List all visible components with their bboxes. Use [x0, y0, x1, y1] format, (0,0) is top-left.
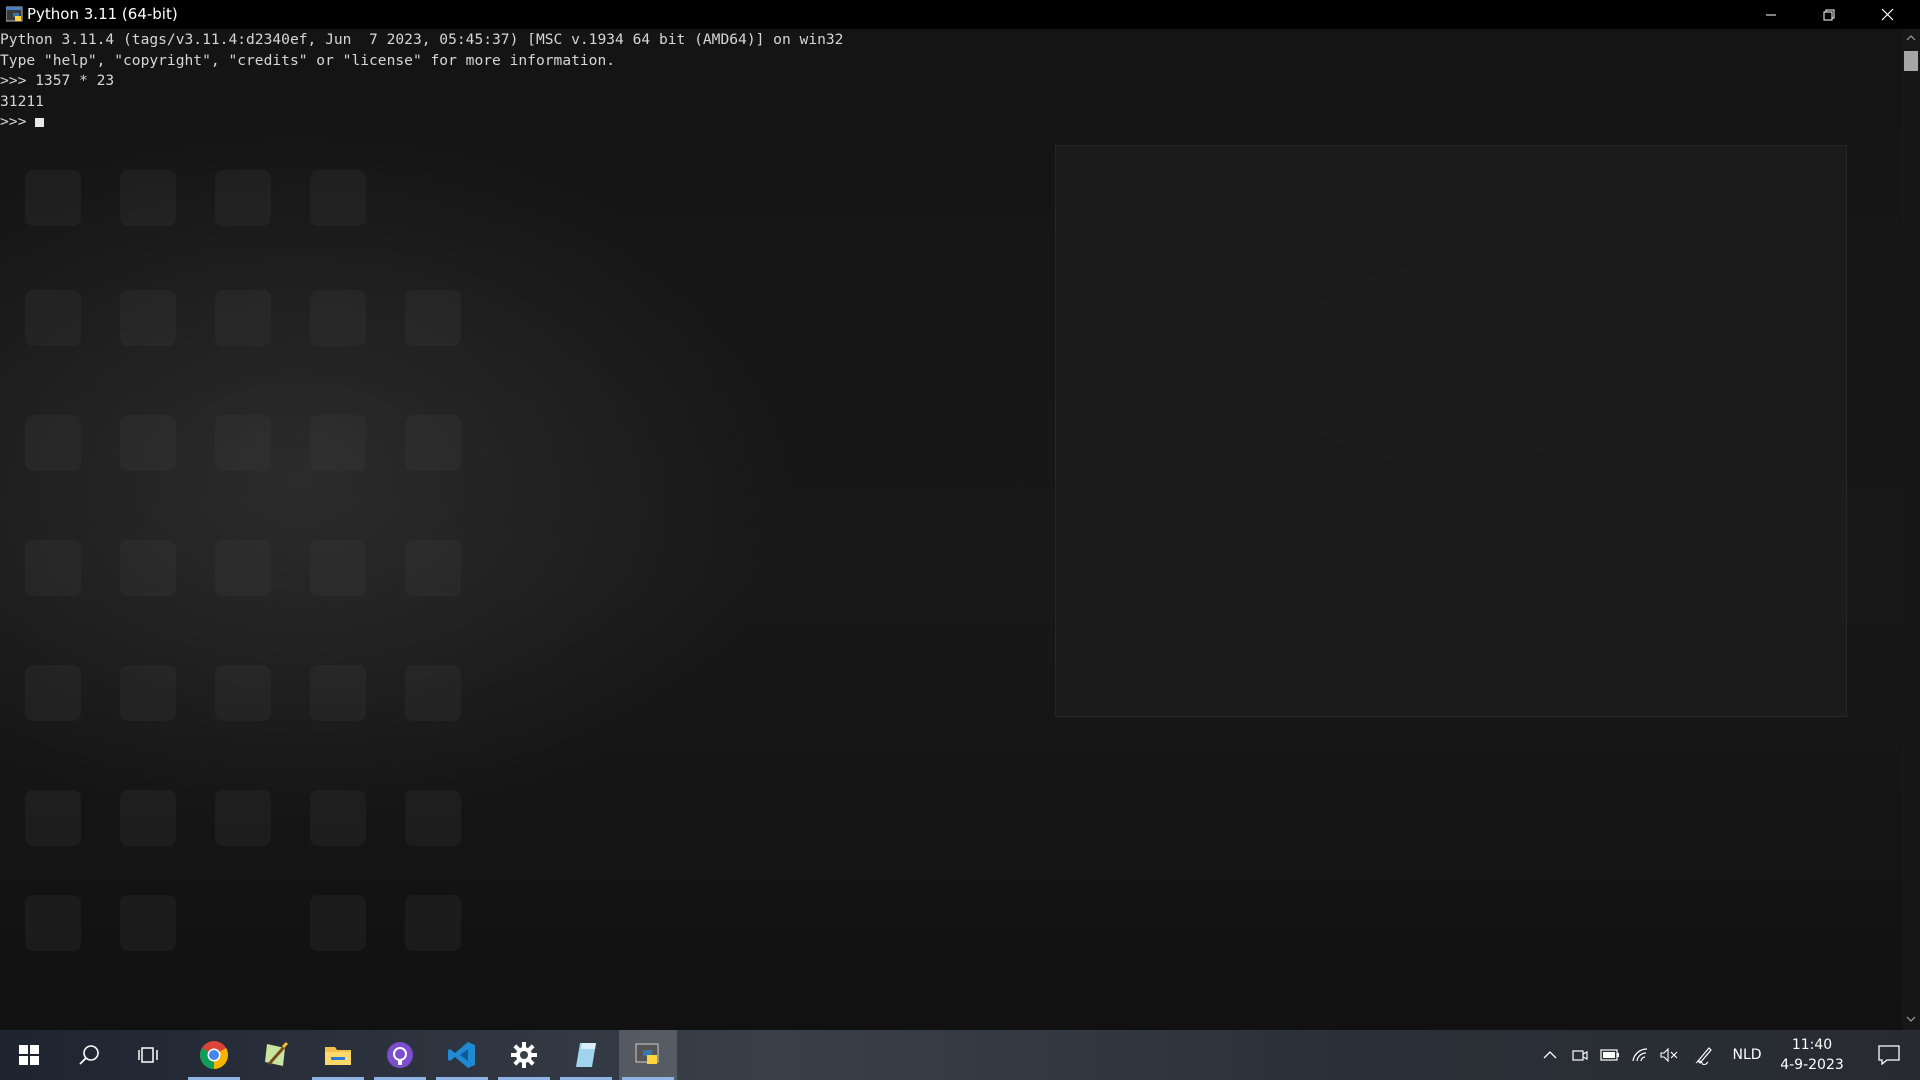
notepad-plus-icon: [265, 1041, 289, 1066]
wifi-tray-button[interactable]: [1626, 1030, 1654, 1080]
input-language-indicator[interactable]: NLD: [1722, 1030, 1772, 1080]
taskbar-app-notepad[interactable]: [557, 1030, 615, 1080]
console-output[interactable]: Python 3.11.4 (tags/v3.11.4:d2340ef, Jun…: [0, 29, 1902, 1031]
console-line: Python 3.11.4 (tags/v3.11.4:d2340ef, Jun…: [0, 31, 844, 48]
taskbar: NLD 11:40 4-9-2023: [0, 1030, 1920, 1080]
pen-tray-button[interactable]: [1690, 1030, 1718, 1080]
notepad-icon: [576, 1043, 596, 1067]
battery-tray-button[interactable]: [1596, 1030, 1624, 1080]
taskbar-app-vscode[interactable]: [433, 1030, 491, 1080]
start-button[interactable]: [0, 1030, 58, 1080]
clock-date: 4-9-2023: [1780, 1057, 1844, 1073]
python-console-icon: [6, 6, 23, 22]
console-line: >>> 1357 * 23: [0, 72, 115, 89]
battery-icon: [1600, 1049, 1619, 1061]
clock-time: 11:40: [1791, 1037, 1833, 1053]
taskbar-app-github[interactable]: [371, 1030, 429, 1080]
wifi-icon: [1632, 1048, 1648, 1062]
file-explorer-icon: [325, 1047, 351, 1065]
taskbar-app-notepad-plus[interactable]: [247, 1030, 305, 1080]
python-icon: [635, 1043, 659, 1064]
notification-icon: [1878, 1045, 1900, 1065]
close-button[interactable]: [1858, 0, 1916, 29]
github-icon: [387, 1042, 413, 1068]
pen-icon: [1695, 1047, 1712, 1065]
console-prompt: >>>: [0, 113, 36, 130]
search-button[interactable]: [60, 1030, 118, 1080]
vscode-icon: [448, 1042, 475, 1068]
window-titlebar[interactable]: Python 3.11 (64-bit): [0, 0, 1920, 29]
action-center-button[interactable]: [1864, 1030, 1914, 1080]
console-line: Type "help", "copyright", "credits" or "…: [0, 51, 616, 69]
gear-icon: [511, 1042, 537, 1068]
scrollbar-thumb[interactable]: [1904, 51, 1918, 71]
task-view-button[interactable]: [120, 1030, 178, 1080]
window-title: Python 3.11 (64-bit): [27, 5, 178, 23]
chrome-icon: [200, 1041, 228, 1069]
task-view-icon: [138, 1047, 158, 1063]
text-cursor: [35, 118, 45, 127]
taskbar-app-settings[interactable]: [495, 1030, 553, 1080]
volume-tray-button[interactable]: [1655, 1030, 1683, 1080]
show-hidden-icons-button[interactable]: [1536, 1030, 1564, 1080]
taskbar-app-chrome[interactable]: [185, 1030, 243, 1080]
close-icon: [1881, 8, 1893, 21]
volume-muted-icon: [1660, 1048, 1678, 1062]
system-clock[interactable]: 11:40 4-9-2023: [1768, 1035, 1856, 1075]
restore-button[interactable]: [1800, 0, 1858, 29]
console-prompt-line[interactable]: >>>: [0, 112, 1902, 133]
vertical-scrollbar[interactable]: [1902, 29, 1920, 1030]
taskbar-app-python[interactable]: [619, 1030, 677, 1080]
scroll-down-arrow-icon[interactable]: [1906, 1014, 1916, 1024]
restore-icon: [1823, 9, 1835, 20]
console-line: 31211: [0, 92, 44, 110]
scroll-up-arrow-icon[interactable]: [1906, 33, 1916, 43]
minimize-button[interactable]: [1742, 0, 1800, 29]
taskbar-app-file-explorer[interactable]: [309, 1030, 367, 1080]
camera-tray-button[interactable]: [1566, 1030, 1594, 1080]
chevron-up-icon: [1543, 1051, 1557, 1059]
minimize-icon: [1766, 14, 1776, 15]
camera-icon: [1572, 1050, 1588, 1061]
windows-icon: [19, 1045, 39, 1065]
search-icon: [79, 1045, 99, 1065]
